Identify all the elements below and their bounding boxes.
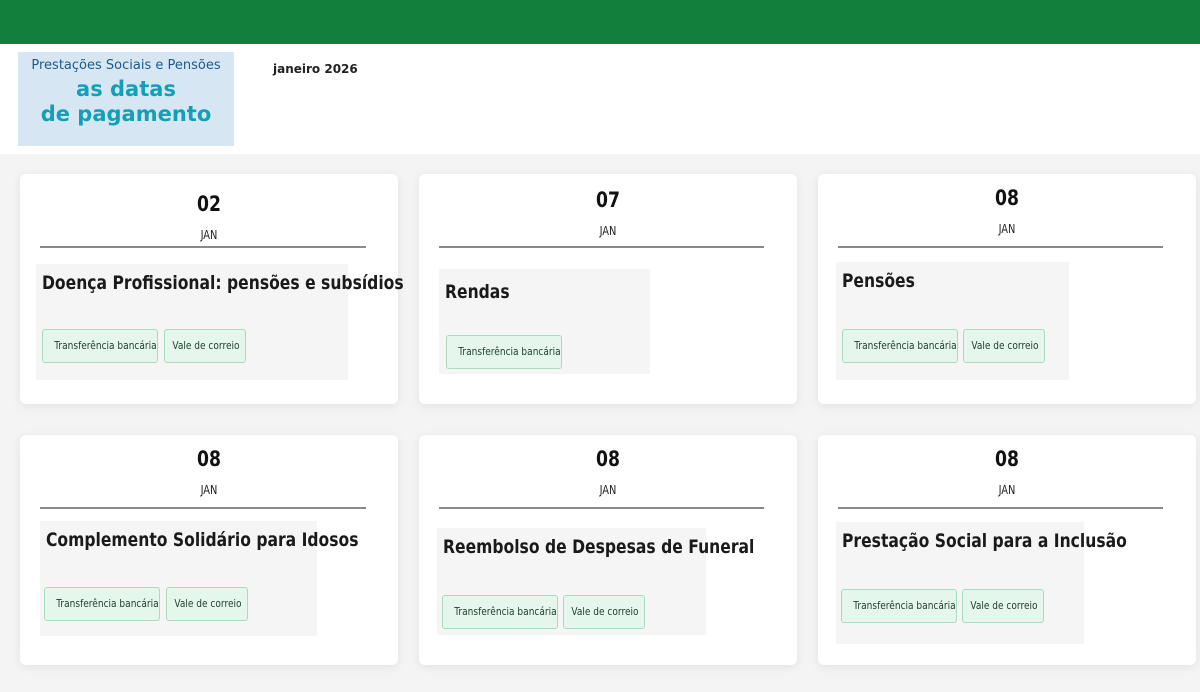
benefit-title: Doença Profissional: pensões e subsídios bbox=[42, 272, 404, 294]
card-month: JAN bbox=[998, 222, 1016, 236]
card-month: JAN bbox=[998, 483, 1016, 497]
tag-transferencia-bancaria[interactable]: Transferência bancária bbox=[44, 587, 160, 621]
card-day: 08 bbox=[995, 447, 1019, 471]
card-day: 07 bbox=[596, 188, 620, 212]
payment-card-complemento-solidario[interactable]: 08 JAN Complemento Solidário para Idosos… bbox=[20, 435, 398, 665]
card-body: Prestação Social para a Inclusão Transfe… bbox=[836, 522, 1127, 644]
card-divider bbox=[838, 507, 1163, 509]
card-divider bbox=[838, 246, 1163, 248]
card-divider bbox=[40, 507, 366, 509]
logo-title-line1: as datas bbox=[76, 77, 176, 101]
card-body: Complemento Solidário para Idosos Transf… bbox=[40, 521, 359, 636]
card-divider bbox=[439, 507, 764, 509]
logo-subtitle: Prestações Sociais e Pensões bbox=[31, 58, 221, 73]
card-month: JAN bbox=[599, 483, 617, 497]
tag-vale-de-correio[interactable]: Vale de correio bbox=[963, 329, 1045, 363]
card-divider bbox=[40, 246, 366, 248]
benefit-title: Prestação Social para a Inclusão bbox=[842, 530, 1127, 552]
top-brand-bar bbox=[0, 0, 1200, 44]
card-body: Pensões Transferência bancária Vale de c… bbox=[836, 262, 1069, 380]
tag-vale-de-correio[interactable]: Vale de correio bbox=[164, 329, 246, 363]
card-month: JAN bbox=[599, 224, 617, 238]
month-label: janeiro 2026 bbox=[273, 62, 358, 76]
card-body: Reembolso de Despesas de Funeral Transfe… bbox=[437, 528, 754, 635]
benefit-title: Reembolso de Despesas de Funeral bbox=[443, 536, 755, 558]
card-body: Rendas Transferência bancária bbox=[439, 269, 650, 374]
benefit-title: Complemento Solidário para Idosos bbox=[46, 529, 359, 551]
card-month: JAN bbox=[200, 483, 218, 497]
logo: Prestações Sociais e Pensões as datas de… bbox=[18, 52, 234, 146]
tag-transferencia-bancaria[interactable]: Transferência bancária bbox=[446, 335, 562, 369]
card-day: 02 bbox=[197, 192, 221, 216]
payment-card-doenca-profissional[interactable]: 02 JAN Doença Profissional: pensões e su… bbox=[20, 174, 404, 404]
card-divider bbox=[439, 246, 764, 248]
tag-vale-de-correio[interactable]: Vale de correio bbox=[563, 595, 645, 629]
payment-card-pensoes[interactable]: 08 JAN Pensões Transferência bancária Va… bbox=[818, 174, 1196, 404]
card-month: JAN bbox=[200, 228, 218, 242]
card-day: 08 bbox=[596, 447, 620, 471]
payment-card-reembolso-funeral[interactable]: 08 JAN Reembolso de Despesas de Funeral … bbox=[419, 435, 797, 665]
card-body: Doença Profissional: pensões e subsídios… bbox=[36, 264, 404, 380]
tag-vale-de-correio[interactable]: Vale de correio bbox=[962, 589, 1044, 623]
tag-transferencia-bancaria[interactable]: Transferência bancária bbox=[841, 589, 957, 623]
card-day: 08 bbox=[995, 186, 1019, 210]
payment-card-rendas[interactable]: 07 JAN Rendas Transferência bancária bbox=[419, 174, 797, 404]
tag-vale-de-correio[interactable]: Vale de correio bbox=[166, 587, 248, 621]
tag-transferencia-bancaria[interactable]: Transferência bancária bbox=[442, 595, 558, 629]
card-day: 08 bbox=[197, 447, 221, 471]
payment-card-prestacao-social-inclusao[interactable]: 08 JAN Prestação Social para a Inclusão … bbox=[818, 435, 1196, 665]
tag-transferencia-bancaria[interactable]: Transferência bancária bbox=[842, 329, 958, 363]
benefit-title: Pensões bbox=[842, 270, 915, 292]
benefit-title: Rendas bbox=[445, 281, 510, 303]
logo-title-line2: de pagamento bbox=[40, 102, 212, 126]
tag-transferencia-bancaria[interactable]: Transferência bancária bbox=[42, 329, 158, 363]
